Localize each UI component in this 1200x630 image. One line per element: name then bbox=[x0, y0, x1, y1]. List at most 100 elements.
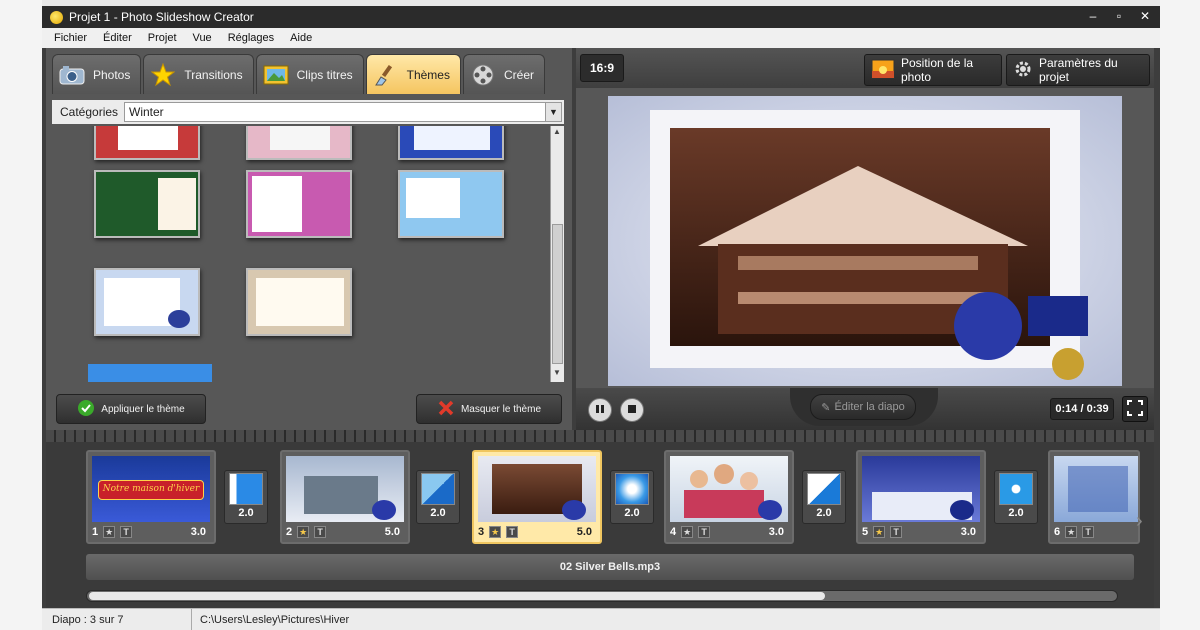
slide-1[interactable]: Notre maison d'hiver 1 ★ T 3.0 bbox=[86, 450, 216, 544]
fullscreen-icon bbox=[1127, 399, 1143, 419]
theme-thumb[interactable] bbox=[246, 170, 352, 238]
tab-photos[interactable]: Photos bbox=[52, 54, 142, 94]
timeline-scrollbar[interactable] bbox=[86, 590, 1118, 602]
tab-creer[interactable]: Créer bbox=[462, 54, 545, 94]
text-icon[interactable]: T bbox=[314, 526, 327, 538]
category-value: Winter bbox=[129, 105, 164, 119]
theme-thumb-selected[interactable] bbox=[94, 268, 200, 336]
menu-editer[interactable]: Éditer bbox=[101, 32, 134, 44]
minimize-button[interactable]: – bbox=[1084, 8, 1102, 24]
menu-fichier[interactable]: Fichier bbox=[52, 32, 89, 44]
theme-thumb[interactable] bbox=[246, 268, 352, 336]
stop-button[interactable] bbox=[620, 398, 644, 422]
background-left bbox=[0, 0, 42, 630]
slide-number: 4 bbox=[670, 526, 677, 538]
app-window: Projet 1 - Photo Slideshow Creator – ▫ ✕… bbox=[42, 6, 1160, 630]
fullscreen-button[interactable] bbox=[1122, 396, 1148, 422]
apply-theme-label: Appliquer le thème bbox=[101, 403, 185, 415]
text-icon[interactable]: T bbox=[698, 526, 711, 538]
film-reel-icon bbox=[470, 63, 496, 87]
transition-duration: 2.0 bbox=[430, 507, 446, 519]
theme-thumb[interactable] bbox=[246, 126, 352, 160]
apply-theme-button[interactable]: Appliquer le thème bbox=[56, 394, 206, 424]
pause-icon bbox=[595, 403, 605, 417]
slide-preview[interactable] bbox=[608, 96, 1122, 386]
check-icon bbox=[77, 399, 95, 420]
theme-selection-highlight bbox=[88, 364, 212, 382]
title-bar: Projet 1 - Photo Slideshow Creator – ▫ ✕ bbox=[42, 6, 1160, 28]
chevron-right-icon[interactable]: › bbox=[1136, 510, 1143, 533]
star-icon[interactable]: ★ bbox=[103, 526, 116, 538]
text-icon[interactable]: T bbox=[506, 526, 519, 538]
hide-theme-button[interactable]: Masquer le thème bbox=[416, 394, 562, 424]
playback-bar: ✎ Éditer la diapo 0:14 / 0:39 bbox=[576, 388, 1154, 430]
theme-thumb[interactable] bbox=[94, 170, 200, 238]
theme-thumb[interactable] bbox=[94, 126, 200, 160]
slide-duration[interactable]: 5.0 bbox=[385, 526, 404, 538]
chevron-down-icon[interactable]: ▼ bbox=[545, 103, 561, 121]
pause-button[interactable] bbox=[588, 398, 612, 422]
transition-4[interactable]: 2.0 bbox=[802, 470, 846, 524]
scroll-down-icon[interactable]: ▼ bbox=[553, 368, 561, 377]
slide-5[interactable]: 5 ★ T 3.0 bbox=[856, 450, 986, 544]
transition-3[interactable]: 2.0 bbox=[610, 470, 654, 524]
menu-aide[interactable]: Aide bbox=[288, 32, 314, 44]
star-icon[interactable]: ★ bbox=[873, 526, 886, 538]
slide-duration[interactable]: 3.0 bbox=[191, 526, 210, 538]
sunset-picture-icon bbox=[871, 59, 895, 82]
cross-icon bbox=[437, 399, 455, 420]
aspect-ratio-button[interactable]: 16:9 bbox=[580, 54, 624, 82]
slide-duration[interactable]: 3.0 bbox=[961, 526, 980, 538]
text-icon[interactable]: T bbox=[120, 526, 133, 538]
slide-duration[interactable]: 3.0 bbox=[769, 526, 788, 538]
transition-1[interactable]: 2.0 bbox=[224, 470, 268, 524]
transition-icon bbox=[999, 473, 1033, 505]
menu-reglages[interactable]: Réglages bbox=[226, 32, 276, 44]
slide-6[interactable]: 6 ★ T bbox=[1048, 450, 1140, 544]
category-select[interactable]: Winter ▼ bbox=[124, 102, 562, 122]
star-icon[interactable]: ★ bbox=[1065, 526, 1078, 538]
transition-5[interactable]: 2.0 bbox=[994, 470, 1038, 524]
scroll-up-icon[interactable]: ▲ bbox=[553, 127, 561, 136]
photo-position-button[interactable]: Position de la photo bbox=[864, 54, 1002, 86]
theme-thumb[interactable] bbox=[398, 170, 504, 238]
slide-duration[interactable]: 5.0 bbox=[577, 526, 596, 538]
star-icon[interactable]: ★ bbox=[489, 526, 502, 538]
picture-icon bbox=[263, 63, 289, 87]
themes-panel: Photos Transitions Clips titres Thèmes C… bbox=[46, 48, 572, 430]
project-settings-button[interactable]: Paramètres du projet bbox=[1006, 54, 1150, 86]
text-icon[interactable]: T bbox=[1082, 526, 1095, 538]
theme-grid-scrollbar[interactable]: ▲ ▼ bbox=[550, 126, 564, 382]
tab-label: Créer bbox=[503, 67, 534, 82]
text-icon[interactable]: T bbox=[890, 526, 903, 538]
slide-status: Diapo : 3 sur 7 bbox=[42, 609, 192, 630]
transition-2[interactable]: 2.0 bbox=[416, 470, 460, 524]
star-icon[interactable]: ★ bbox=[297, 526, 310, 538]
window-title: Projet 1 - Photo Slideshow Creator bbox=[69, 10, 254, 24]
background-right bbox=[1160, 0, 1200, 630]
theme-thumb[interactable] bbox=[398, 126, 504, 160]
menu-projet[interactable]: Projet bbox=[146, 32, 179, 44]
edit-slide-button[interactable]: ✎ Éditer la diapo bbox=[810, 394, 916, 420]
audio-track[interactable]: 02 Silver Bells.mp3 bbox=[86, 554, 1134, 580]
folder-path: C:\Users\Lesley\Pictures\Hiver bbox=[200, 613, 350, 626]
slide-number: 3 bbox=[478, 526, 485, 538]
menu-vue[interactable]: Vue bbox=[191, 32, 214, 44]
tab-clips-titres[interactable]: Clips titres bbox=[255, 54, 364, 94]
slide-2[interactable]: 2 ★ T 5.0 bbox=[280, 450, 410, 544]
project-settings-label: Paramètres du projet bbox=[1039, 56, 1118, 84]
tab-themes[interactable]: Thèmes bbox=[365, 54, 461, 94]
scrollbar-thumb[interactable] bbox=[552, 224, 563, 364]
star-icon bbox=[150, 62, 176, 87]
scrollbar-thumb[interactable] bbox=[89, 592, 825, 600]
slide-3-current[interactable]: 3 ★ T 5.0 bbox=[472, 450, 602, 544]
transition-icon bbox=[807, 473, 841, 505]
category-label: Catégories bbox=[60, 105, 119, 119]
tab-bar: Photos Transitions Clips titres Thèmes C… bbox=[52, 54, 545, 94]
film-perforation bbox=[46, 430, 1154, 442]
slide-4[interactable]: 4 ★ T 3.0 bbox=[664, 450, 794, 544]
star-icon[interactable]: ★ bbox=[681, 526, 694, 538]
close-button[interactable]: ✕ bbox=[1136, 8, 1154, 24]
tab-transitions[interactable]: Transitions bbox=[143, 54, 254, 94]
maximize-button[interactable]: ▫ bbox=[1110, 8, 1128, 24]
